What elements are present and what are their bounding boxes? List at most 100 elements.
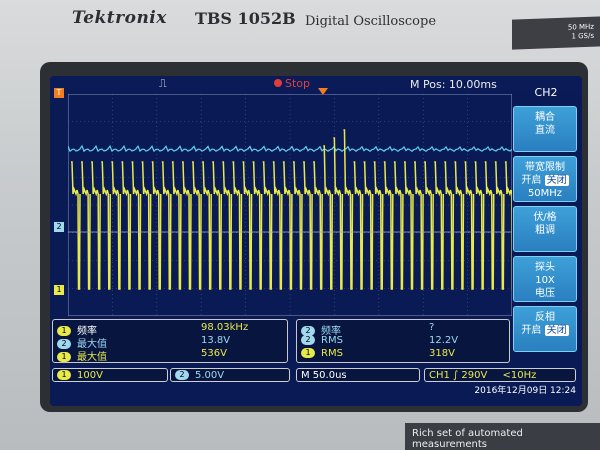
trigger-readout: CH1 ∫ 290V — [429, 370, 488, 381]
volts-per-div-button[interactable]: 伏/格 粗调 — [513, 206, 577, 252]
display-screen: ⎍ Stop M Pos: 10.00ms T 2 1 1 频率 98.03kHz… — [50, 76, 582, 406]
ch1-scale: 100V — [77, 370, 103, 381]
measurement-row: 2 频率 — [301, 322, 341, 337]
ch1-pulse — [373, 161, 384, 290]
channel-chip: 2 — [301, 335, 315, 345]
ch1-pulse — [222, 161, 233, 290]
channel-chip: 1 — [301, 348, 315, 358]
measurement-value: 318V — [429, 348, 455, 359]
timebase-box: M 50.0us — [296, 368, 420, 382]
measurement-value: 536V — [201, 348, 227, 359]
measurement-value: 13.8V — [201, 335, 231, 346]
measurement-row: 2 最大值 — [57, 335, 107, 350]
ch1-pulse — [484, 161, 495, 290]
feature-label: Rich set of automated measurements — [412, 428, 523, 450]
ch1-pulse — [363, 161, 374, 290]
option-off-selected: 关闭 — [544, 325, 569, 336]
ch1-pulse — [282, 161, 293, 290]
measurement-name: RMS — [321, 335, 343, 346]
measurement-value: ? — [429, 322, 435, 333]
ch1-waveform — [71, 129, 512, 290]
ch1-pulse — [333, 137, 344, 290]
ch1-pulse — [313, 161, 323, 290]
trigger-pulse-icon: ⎍ — [159, 77, 167, 90]
ch1-pulse — [424, 161, 434, 290]
ch1-pulse — [171, 161, 182, 290]
channel-chip: 1 — [57, 370, 71, 380]
ch1-pulse — [212, 161, 223, 290]
option-on: 开启 — [521, 175, 542, 186]
ch1-pulse — [383, 161, 394, 290]
ch1-pulse — [272, 161, 283, 290]
measurement-name: 最大值 — [77, 352, 107, 363]
ch2-scale-box: 2 5.00V — [170, 368, 290, 382]
button-label: 带宽限制 — [525, 162, 565, 173]
ch1-pulse — [111, 161, 122, 290]
trigger-position-marker — [318, 88, 328, 95]
ch2-scale: 5.00V — [195, 370, 225, 381]
ch1-pulse — [81, 161, 91, 290]
ch1-pulse — [101, 161, 112, 290]
coupling-button[interactable]: 耦合 直流 — [513, 106, 577, 152]
ch1-pulse — [202, 161, 212, 290]
model-name: TBS 1052B — [195, 9, 296, 28]
ch1-pulse — [454, 161, 465, 290]
top-status-bar: ⎍ Stop M Pos: 10.00ms — [50, 76, 582, 94]
spec-badge: 50 MHz 1 GS/s — [512, 16, 600, 50]
ch1-pulse — [464, 161, 475, 290]
ch1-pulse — [293, 161, 303, 290]
ch1-ground-marker: 1 — [54, 285, 64, 295]
invert-button[interactable]: 反相 开启 关闭 — [513, 306, 577, 352]
ch1-pulse — [404, 161, 414, 290]
ch1-pulse — [393, 161, 404, 290]
channel-chip: 2 — [175, 370, 189, 380]
measurement-row: 1 最大值 — [57, 348, 107, 363]
button-label: 伏/格 — [533, 212, 557, 223]
measurement-name: RMS — [321, 348, 343, 359]
ch1-pulse — [474, 161, 485, 290]
measurement-panel-left: 1 频率 98.03kHz 2 最大值 13.8V 1 最大值 536V — [52, 319, 288, 363]
ch2-ground-marker: 2 — [54, 222, 64, 232]
ch1-pulse — [131, 161, 142, 290]
button-label: 探头 — [535, 262, 555, 273]
ch1-pulse — [414, 161, 424, 290]
button-value: 10X — [535, 275, 555, 286]
ch1-pulse — [121, 161, 132, 290]
measurement-row: 1 RMS — [301, 348, 343, 361]
waveform-grid — [68, 94, 512, 316]
timebase-readout: M 50.0us — [301, 370, 347, 381]
ch1-pulse — [434, 161, 445, 290]
spec-sample-rate: 1 GS/s — [571, 31, 594, 41]
ch1-pulse — [182, 161, 192, 290]
button-value: 50MHz — [527, 188, 563, 199]
button-value: 电压 — [535, 288, 555, 299]
ch1-pulse — [161, 161, 172, 290]
ch1-pulse — [71, 161, 81, 290]
ch1-pulse — [353, 161, 364, 290]
probe-button[interactable]: 探头 10X 电压 — [513, 256, 577, 302]
option-on: 开启 — [521, 325, 542, 336]
ch1-pulse — [252, 161, 263, 290]
button-label: 耦合 — [535, 112, 555, 123]
ch1-pulse — [232, 161, 243, 290]
measurement-row: 1 频率 — [57, 322, 97, 337]
button-label: 反相 — [535, 312, 555, 323]
brand-logo: Tektronix — [72, 8, 167, 28]
ch1-pulse — [192, 161, 202, 290]
ch1-pulse — [262, 161, 273, 290]
bandwidth-limit-button[interactable]: 带宽限制 开启 关闭 50MHz — [513, 156, 577, 202]
side-menu: CH2 耦合 直流 带宽限制 开启 关闭 50MHz 伏/格 粗调 探头 10X… — [512, 84, 580, 406]
ch1-pulse — [242, 161, 253, 290]
stop-indicator-icon — [274, 79, 282, 87]
button-value: 直流 — [535, 125, 555, 136]
m-position-readout: M Pos: 10.00ms — [410, 78, 497, 91]
button-value: 粗调 — [535, 225, 555, 236]
ch1-scale-box: 1 100V — [52, 368, 168, 382]
measurement-panel-right: 2 频率 ? 2 RMS 12.2V 1 RMS 318V — [296, 319, 510, 363]
trigger-marker: T — [54, 88, 64, 98]
ch1-pulse — [343, 129, 354, 290]
ch1-pulse — [323, 145, 334, 290]
ch1-pulse — [141, 161, 152, 290]
ch1-pulse — [303, 161, 313, 290]
ch1-pulse — [444, 161, 455, 290]
